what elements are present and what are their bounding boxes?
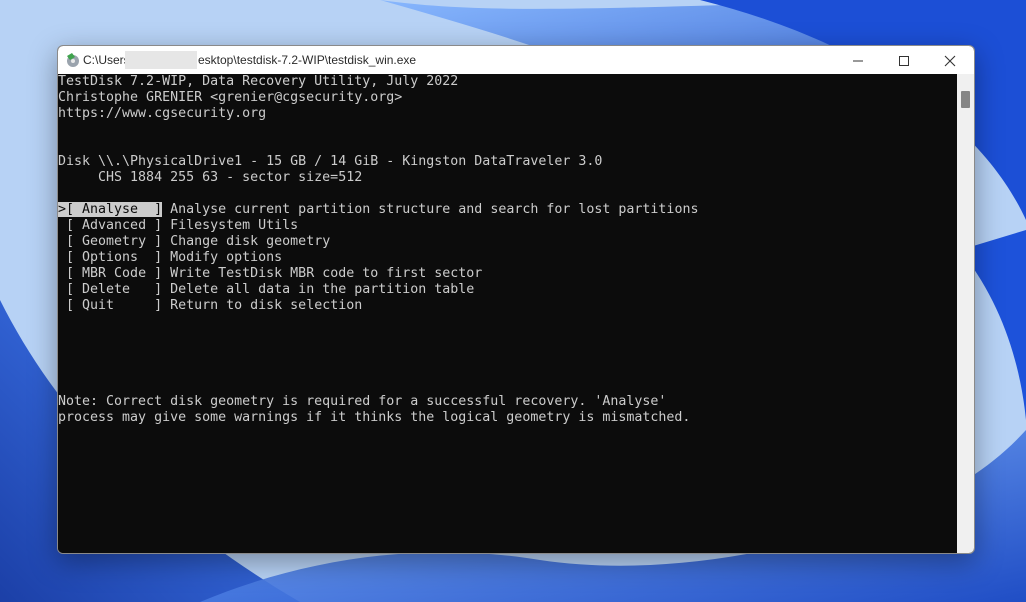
menu-desc-geometry: Change disk geometry bbox=[162, 234, 331, 249]
maximize-button[interactable] bbox=[881, 46, 927, 74]
vertical-scrollbar[interactable] bbox=[957, 74, 974, 553]
header-author-line: Christophe GRENIER <grenier@cgsecurity.o… bbox=[58, 90, 403, 105]
menu-button-advanced: [ Advanced ] bbox=[66, 218, 163, 233]
maximize-icon bbox=[899, 56, 909, 66]
menu-desc-options: Modify options bbox=[162, 250, 283, 265]
menu-item-options[interactable]: [ Options ] Modify options bbox=[58, 250, 282, 266]
menu-button-analyse: [ Analyse ] bbox=[66, 202, 163, 217]
scrollbar-thumb[interactable] bbox=[961, 91, 970, 108]
menu-selection-highlight[interactable]: >[ Analyse ] bbox=[58, 202, 163, 217]
menu-button-quit: [ Quit ] bbox=[66, 298, 163, 313]
note-line-2: process may give some warnings if it thi… bbox=[58, 410, 691, 425]
window-title-path-start: C:\Users bbox=[83, 53, 130, 67]
menu-item-delete[interactable]: [ Delete ] Delete all data in the partit… bbox=[58, 282, 474, 298]
menu-item-mbr-code[interactable]: [ MBR Code ] Write TestDisk MBR code to … bbox=[58, 266, 482, 282]
testdisk-console-window[interactable]: C:\Users esktop\testdisk-7.2-WIP\testdis… bbox=[57, 45, 975, 554]
menu-desc-quit: Return to disk selection bbox=[162, 298, 363, 313]
disk-chs-line: CHS 1884 255 63 - sector size=512 bbox=[58, 170, 363, 185]
menu-desc-analyse: Analyse current partition structure and … bbox=[162, 202, 699, 217]
header-website-line: https://www.cgsecurity.org bbox=[58, 106, 267, 121]
menu-button-mbr-code: [ MBR Code ] bbox=[66, 266, 163, 281]
window-titlebar[interactable]: C:\Users esktop\testdisk-7.2-WIP\testdis… bbox=[58, 46, 974, 74]
menu-item-advanced[interactable]: [ Advanced ] Filesystem Utils bbox=[58, 218, 298, 234]
disk-info-line: Disk \\.\PhysicalDrive1 - 15 GB / 14 GiB… bbox=[58, 154, 603, 169]
menu-item-analyse[interactable]: >[ Analyse ] Analyse current partition s… bbox=[58, 202, 698, 218]
menu-button-delete: [ Delete ] bbox=[66, 282, 163, 297]
console-output[interactable]: TestDisk 7.2-WIP, Data Recovery Utility,… bbox=[58, 74, 957, 553]
menu-button-options: [ Options ] bbox=[66, 250, 163, 265]
menu-desc-advanced: Filesystem Utils bbox=[162, 218, 299, 233]
menu-cursor: > bbox=[58, 202, 67, 217]
redacted-username bbox=[125, 51, 197, 69]
minimize-icon bbox=[853, 60, 863, 62]
menu-desc-mbr-code: Write TestDisk MBR code to first sector bbox=[162, 266, 483, 281]
menu-item-geometry[interactable]: [ Geometry ] Change disk geometry bbox=[58, 234, 330, 250]
close-icon bbox=[944, 55, 956, 67]
menu-desc-delete: Delete all data in the partition table bbox=[162, 282, 475, 297]
note-line-1: Note: Correct disk geometry is required … bbox=[58, 394, 667, 409]
menu-button-geometry: [ Geometry ] bbox=[66, 234, 163, 249]
menu-item-quit[interactable]: [ Quit ] Return to disk selection bbox=[58, 298, 362, 314]
window-title-path-end: esktop\testdisk-7.2-WIP\testdisk_win.exe bbox=[198, 53, 417, 67]
minimize-button[interactable] bbox=[835, 46, 881, 74]
header-title-line: TestDisk 7.2-WIP, Data Recovery Utility,… bbox=[58, 74, 459, 89]
close-button[interactable] bbox=[927, 46, 973, 74]
testdisk-app-icon bbox=[65, 52, 81, 68]
